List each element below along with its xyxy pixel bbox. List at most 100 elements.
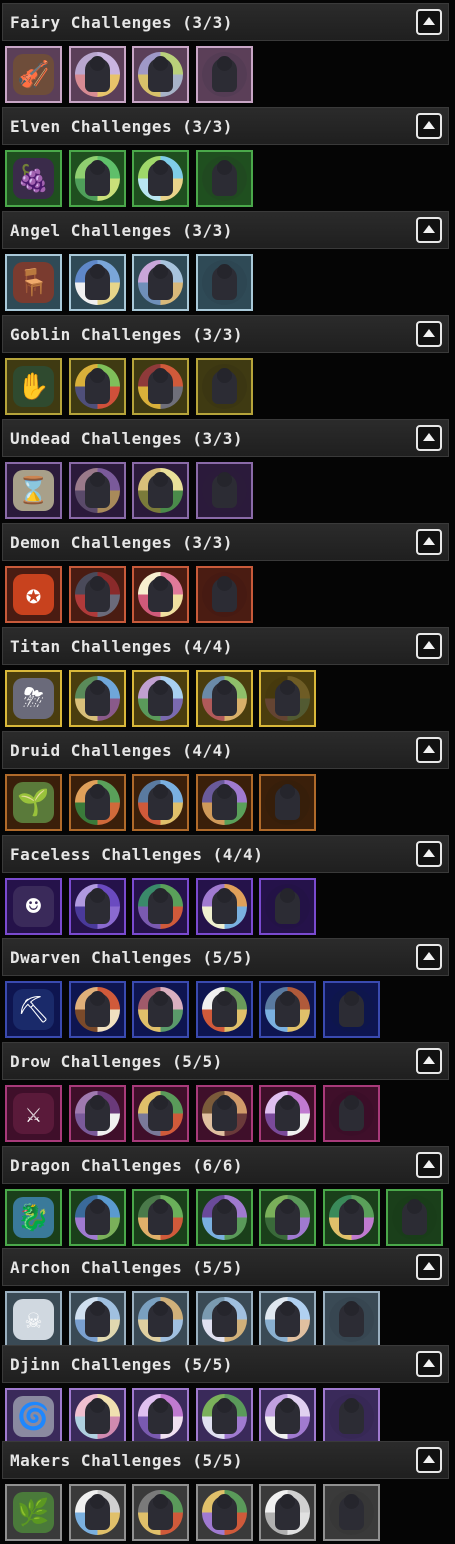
angel-silhouette-icon[interactable] <box>132 254 189 311</box>
maker-silhouette-icon[interactable] <box>323 1484 380 1541</box>
collapse-button[interactable] <box>416 841 442 867</box>
section-header[interactable]: Titan Challenges (4/4) <box>2 627 449 665</box>
undead-silhouette-icon[interactable] <box>69 462 126 519</box>
archon-silhouette-icon[interactable] <box>196 1291 253 1348</box>
faceless-head-icon[interactable]: ☻ <box>5 878 62 935</box>
druid-silhouette-icon[interactable] <box>132 774 189 831</box>
demon-silhouette-icon[interactable] <box>69 566 126 623</box>
collapse-button[interactable] <box>416 529 442 555</box>
collapse-button[interactable] <box>416 321 442 347</box>
faceless-silhouette-icon[interactable] <box>196 878 253 935</box>
goblin-silhouette-icon[interactable] <box>132 358 189 415</box>
section-header[interactable]: Goblin Challenges (3/3) <box>2 315 449 353</box>
section-header[interactable]: Archon Challenges (5/5) <box>2 1248 449 1286</box>
makers-orb-icon[interactable]: 🌿 <box>5 1484 62 1541</box>
dwarf-silhouette-icon[interactable] <box>259 981 316 1038</box>
drow-silhouette-icon[interactable] <box>259 1085 316 1142</box>
goblin-silhouette-icon[interactable] <box>69 358 126 415</box>
titan-silhouette-icon[interactable] <box>132 670 189 727</box>
section-header[interactable]: Fairy Challenges (3/3) <box>2 3 449 41</box>
faceless-silhouette-icon[interactable] <box>69 878 126 935</box>
djinn-silhouette-icon[interactable] <box>259 1388 316 1445</box>
dragon-egg-icon[interactable]: 🐉 <box>5 1189 62 1246</box>
elf-silhouette-icon[interactable] <box>196 150 253 207</box>
collapse-button[interactable] <box>416 944 442 970</box>
grapes-icon[interactable]: 🍇 <box>5 150 62 207</box>
section-header[interactable]: Elven Challenges (3/3) <box>2 107 449 145</box>
djinn-lamp-icon[interactable]: 🌀 <box>5 1388 62 1445</box>
archon-silhouette-icon[interactable] <box>132 1291 189 1348</box>
fairy-silhouette-icon[interactable] <box>69 46 126 103</box>
section-header[interactable]: Dragon Challenges (6/6) <box>2 1146 449 1184</box>
angel-silhouette-icon[interactable] <box>69 254 126 311</box>
maker-silhouette-icon[interactable] <box>69 1484 126 1541</box>
maker-silhouette-icon[interactable] <box>196 1484 253 1541</box>
drow-silhouette-icon[interactable] <box>196 1085 253 1142</box>
crossed-blades-icon[interactable]: ⚔ <box>5 1085 62 1142</box>
collapse-button[interactable] <box>416 1048 442 1074</box>
seed-icon[interactable]: 🌱 <box>5 774 62 831</box>
demon-silhouette-icon[interactable] <box>196 566 253 623</box>
faceless-silhouette-icon[interactable] <box>259 878 316 935</box>
elf-silhouette-icon[interactable] <box>69 150 126 207</box>
druid-silhouette-icon[interactable] <box>196 774 253 831</box>
dragon-silhouette-icon[interactable] <box>259 1189 316 1246</box>
djinn-silhouette-icon[interactable] <box>132 1388 189 1445</box>
section-header[interactable]: Faceless Challenges (4/4) <box>2 835 449 873</box>
collapse-button[interactable] <box>416 633 442 659</box>
collapse-button[interactable] <box>416 9 442 35</box>
section-header[interactable]: Druid Challenges (4/4) <box>2 731 449 769</box>
titan-silhouette-icon[interactable] <box>259 670 316 727</box>
violin-icon[interactable]: 🎻 <box>5 46 62 103</box>
section-header[interactable]: Angel Challenges (3/3) <box>2 211 449 249</box>
goblin-hand-icon[interactable]: ✋ <box>5 358 62 415</box>
drow-silhouette-icon[interactable] <box>69 1085 126 1142</box>
collapse-button[interactable] <box>416 1254 442 1280</box>
archon-silhouette-icon[interactable] <box>323 1291 380 1348</box>
throne-icon[interactable]: 🪑 <box>5 254 62 311</box>
collapse-button[interactable] <box>416 737 442 763</box>
dragon-silhouette-icon[interactable] <box>386 1189 443 1246</box>
titan-silhouette-icon[interactable] <box>69 670 126 727</box>
djinn-silhouette-icon[interactable] <box>323 1388 380 1445</box>
pentagram-icon[interactable]: ✪ <box>5 566 62 623</box>
collapse-button[interactable] <box>416 1351 442 1377</box>
demon-silhouette-icon[interactable] <box>132 566 189 623</box>
section-header[interactable]: Undead Challenges (3/3) <box>2 419 449 457</box>
collapse-button[interactable] <box>416 1152 442 1178</box>
section-header[interactable]: Drow Challenges (5/5) <box>2 1042 449 1080</box>
archon-silhouette-icon[interactable] <box>259 1291 316 1348</box>
druid-silhouette-icon[interactable] <box>259 774 316 831</box>
dwarf-silhouette-icon[interactable] <box>323 981 380 1038</box>
collapse-button[interactable] <box>416 425 442 451</box>
dragon-silhouette-icon[interactable] <box>323 1189 380 1246</box>
maker-silhouette-icon[interactable] <box>259 1484 316 1541</box>
dragon-silhouette-icon[interactable] <box>196 1189 253 1246</box>
titan-silhouette-icon[interactable] <box>196 670 253 727</box>
archon-silhouette-icon[interactable] <box>69 1291 126 1348</box>
hourglass-icon[interactable]: ⌛ <box>5 462 62 519</box>
djinn-silhouette-icon[interactable] <box>196 1388 253 1445</box>
undead-silhouette-icon[interactable] <box>196 462 253 519</box>
goblin-silhouette-icon[interactable] <box>196 358 253 415</box>
dragon-silhouette-icon[interactable] <box>132 1189 189 1246</box>
angel-silhouette-icon[interactable] <box>196 254 253 311</box>
faceless-silhouette-icon[interactable] <box>132 878 189 935</box>
drow-silhouette-icon[interactable] <box>323 1085 380 1142</box>
section-header[interactable]: Djinn Challenges (5/5) <box>2 1345 449 1383</box>
fairy-silhouette-icon[interactable] <box>196 46 253 103</box>
drow-silhouette-icon[interactable] <box>132 1085 189 1142</box>
collapse-button[interactable] <box>416 217 442 243</box>
dwarf-silhouette-icon[interactable] <box>196 981 253 1038</box>
dwarf-silhouette-icon[interactable] <box>69 981 126 1038</box>
collapse-button[interactable] <box>416 113 442 139</box>
pickaxe-icon[interactable]: ⛏ <box>5 981 62 1038</box>
storm-cloud-icon[interactable]: ⛈ <box>5 670 62 727</box>
elf-silhouette-icon[interactable] <box>132 150 189 207</box>
fairy-silhouette-icon[interactable] <box>132 46 189 103</box>
maker-silhouette-icon[interactable] <box>132 1484 189 1541</box>
undead-silhouette-icon[interactable] <box>132 462 189 519</box>
section-header[interactable]: Dwarven Challenges (5/5) <box>2 938 449 976</box>
druid-silhouette-icon[interactable] <box>69 774 126 831</box>
djinn-silhouette-icon[interactable] <box>69 1388 126 1445</box>
